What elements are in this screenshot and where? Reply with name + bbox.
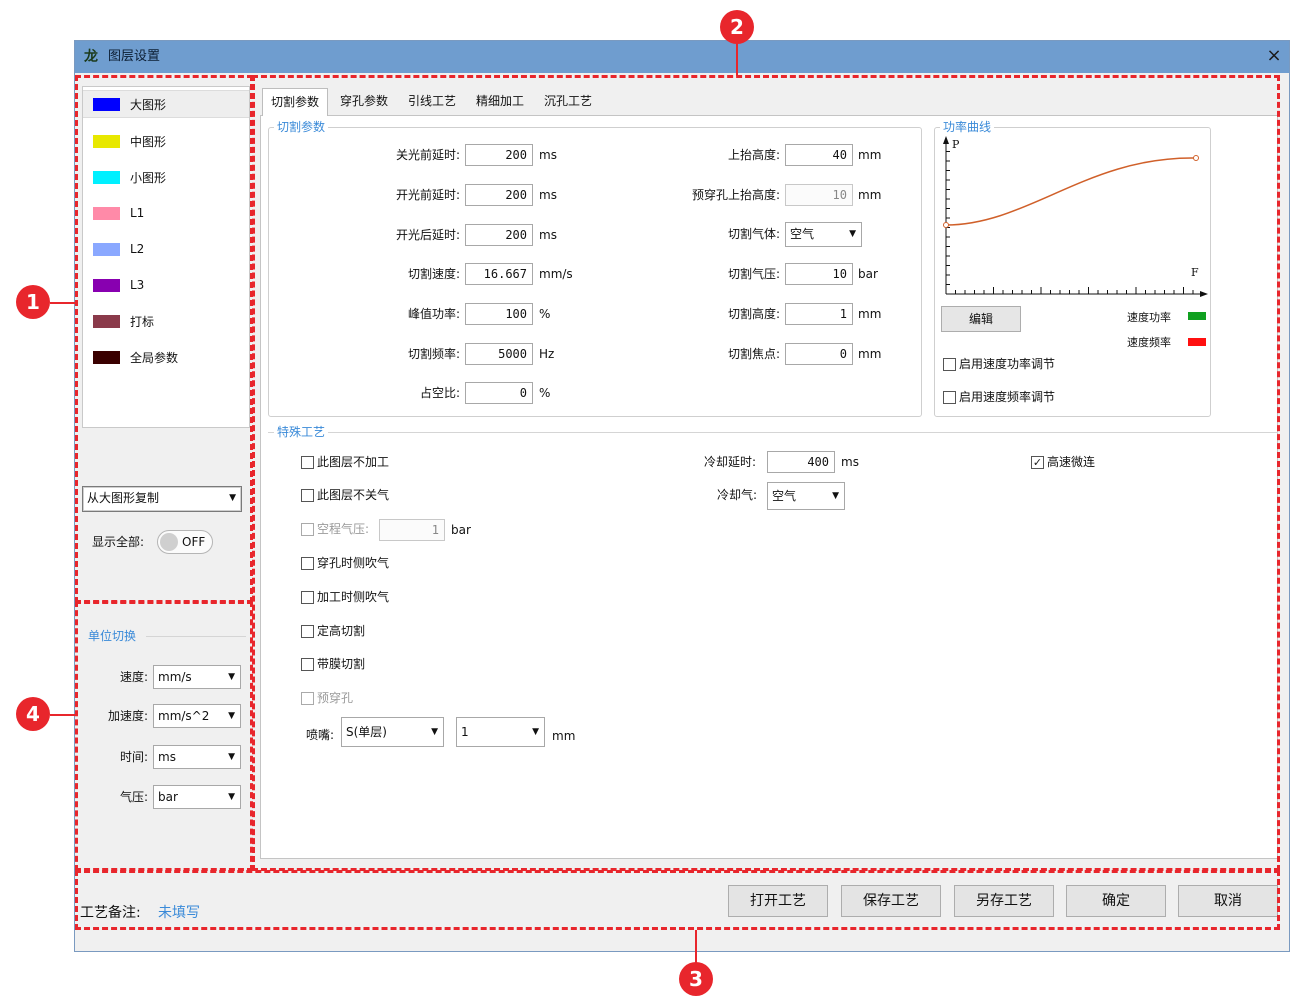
annotation-box-3 bbox=[75, 870, 1280, 930]
window-title: 图层设置 bbox=[108, 49, 161, 64]
app-logo-icon: 龙 bbox=[84, 49, 98, 65]
marker-1: 1 bbox=[16, 285, 50, 319]
marker-3: 3 bbox=[679, 962, 713, 996]
marker-2: 2 bbox=[720, 10, 754, 44]
marker-2-line bbox=[736, 40, 738, 76]
marker-4-line bbox=[50, 714, 77, 716]
title-bar[interactable] bbox=[75, 41, 1289, 73]
annotation-box-4 bbox=[75, 601, 253, 871]
close-icon[interactable]: × bbox=[1263, 45, 1285, 67]
annotation-box-1 bbox=[75, 75, 253, 603]
marker-4: 4 bbox=[16, 697, 50, 731]
screenshot-stage: { "window": {"title": "图层设置", "close": "… bbox=[0, 0, 1292, 997]
marker-3-line bbox=[695, 930, 697, 966]
marker-1-line bbox=[50, 302, 77, 304]
annotation-box-2 bbox=[252, 75, 1280, 871]
